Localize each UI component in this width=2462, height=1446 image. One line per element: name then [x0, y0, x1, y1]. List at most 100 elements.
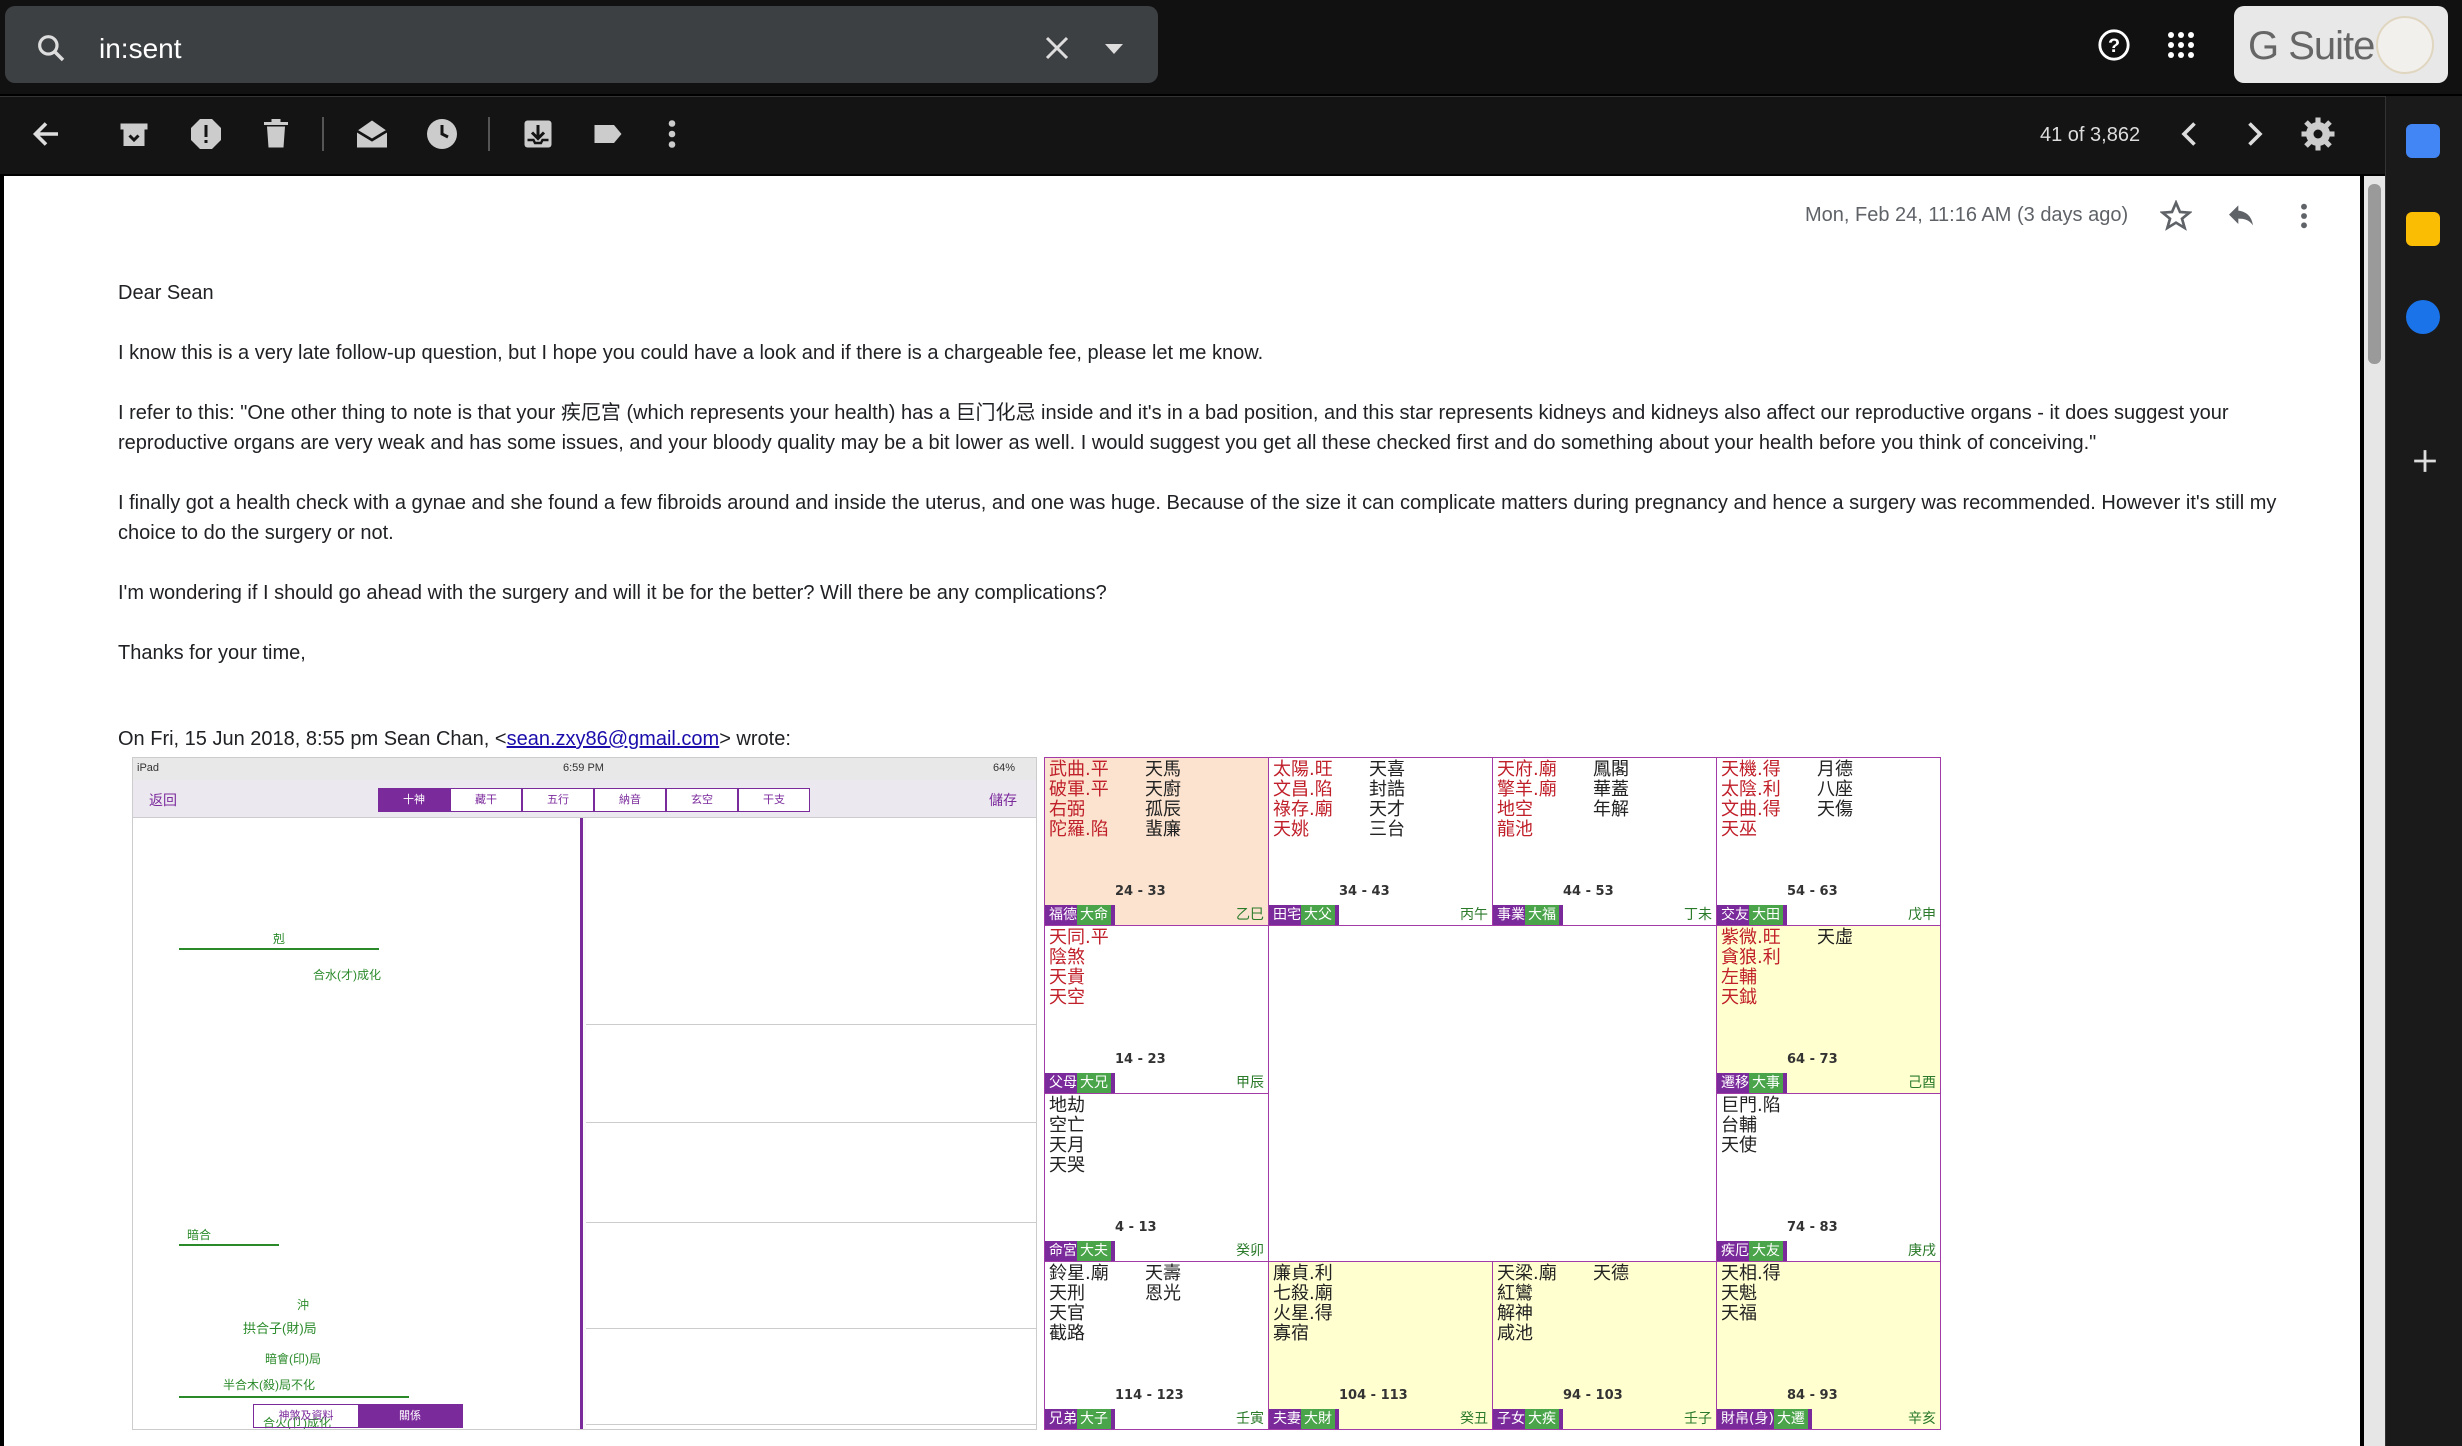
app-header: 返回 十神 藏干 五行 納音 玄空 干支 儲存: [133, 780, 1036, 818]
status-battery: 64%: [993, 762, 1016, 774]
keep-icon[interactable]: [2406, 212, 2440, 246]
app-save-button[interactable]: 儲存: [989, 790, 1017, 810]
calendar-icon[interactable]: [2406, 124, 2440, 158]
clear-search-icon[interactable]: [1042, 33, 1072, 63]
older-chevron-right-icon[interactable]: [2236, 116, 2272, 152]
tab-xuankong[interactable]: 玄空: [666, 788, 738, 812]
decade-palace: 大事: [1749, 1073, 1783, 1093]
delete-icon[interactable]: [258, 116, 294, 152]
palace-name: 夫妻 大財: [1269, 1409, 1339, 1429]
status-device: iPad: [137, 762, 160, 774]
more-message-options-icon[interactable]: [2288, 200, 2320, 232]
palace-name: 遷移 大事: [1717, 1073, 1787, 1093]
toolbar-divider: [322, 117, 324, 151]
main-stars: 天梁.廟 紅鸞 解神 咸池: [1497, 1263, 1557, 1344]
email-greeting: Dear Sean: [118, 282, 214, 304]
decade-palace: 大福: [1525, 905, 1559, 925]
relation-label: 暗會(印)局: [265, 1352, 321, 1366]
app-back-button[interactable]: 返回: [149, 790, 177, 810]
decade-range: 114 - 123: [1115, 1388, 1184, 1403]
scrollbar-thumb[interactable]: [2368, 184, 2381, 364]
newer-chevron-left-icon[interactable]: [2172, 116, 2208, 152]
main-stars: 武曲.平 破軍.平 右弼 陀羅.陷: [1049, 759, 1109, 840]
search-options-dropdown-icon[interactable]: [1105, 44, 1123, 54]
main-stars: 太陽.旺 文昌.陷 祿存.廟 天姚: [1273, 759, 1333, 840]
palace-footer: 子女 大疾 壬子: [1493, 1409, 1716, 1429]
tab-relations[interactable]: 關係: [358, 1405, 462, 1427]
search-box[interactable]: in:sent: [5, 6, 1158, 83]
palace-footer: 交友 大田 戊申: [1717, 905, 1940, 925]
label-icon[interactable]: [590, 116, 626, 152]
top-bar: in:sent ? G Suite: [0, 0, 2462, 94]
minor-stars: 天德: [1593, 1263, 1629, 1284]
decade-range: 64 - 73: [1787, 1052, 1838, 1067]
mark-unread-icon[interactable]: [354, 116, 390, 152]
tab-nayin[interactable]: 納音: [594, 788, 666, 812]
gsuite-account-button[interactable]: G Suite: [2234, 6, 2448, 83]
decade-range: 74 - 83: [1787, 1220, 1838, 1235]
search-icon[interactable]: [35, 32, 67, 64]
back-arrow-icon[interactable]: [28, 116, 64, 152]
ganzhi-label: 辛亥: [1908, 1411, 1936, 1427]
more-options-icon[interactable]: [654, 116, 690, 152]
minor-stars: 天馬 天廚 孤辰 蜚廉: [1145, 759, 1181, 840]
tab-wuxing[interactable]: 五行: [522, 788, 594, 812]
palace-footer: 夫妻 大財 癸丑: [1269, 1409, 1492, 1429]
email-signoff: Thanks for your time,: [118, 642, 306, 664]
bazi-app-screenshot: iPad 6:59 PM 64% 返回 十神 藏干 五行 納音 玄空 干支 儲存…: [132, 757, 1037, 1430]
minor-stars: 天虛: [1817, 927, 1853, 948]
palace-name: 疾厄 大友: [1717, 1241, 1787, 1261]
ganzhi-label: 乙巳: [1236, 907, 1264, 923]
main-stars: 天相.得 天魁 天福: [1721, 1263, 1781, 1324]
main-stars: 廉貞.利 七殺.廟 火星.得 寡宿: [1273, 1263, 1333, 1344]
palace-footer: 父母 大兄 甲辰: [1045, 1073, 1268, 1093]
help-icon[interactable]: ?: [2097, 28, 2131, 62]
email-date: Mon, Feb 24, 11:16 AM (3 days ago): [1805, 204, 2129, 226]
move-to-inbox-icon[interactable]: [520, 116, 556, 152]
palace-name: 父母 大兄: [1045, 1073, 1115, 1093]
email-paragraph: I'm wondering if I should go ahead with …: [118, 582, 1107, 604]
reply-icon[interactable]: [2224, 200, 2258, 232]
palace-name: 交友 大田: [1717, 905, 1787, 925]
palace-cell: 天同.平 陰煞 天貴 天空 14 - 23 父母 大兄 甲辰: [1044, 925, 1269, 1094]
settings-gear-icon[interactable]: [2300, 116, 2336, 152]
palace-cell: 天機.得 太陰.利 文曲.得 天巫 月德 八座 天傷 54 - 63 交友 大田 戊申: [1716, 757, 1941, 926]
ganzhi-label: 甲辰: [1236, 1075, 1264, 1091]
decade-range: 14 - 23: [1115, 1052, 1166, 1067]
main-stars: 天機.得 太陰.利 文曲.得 天巫: [1721, 759, 1781, 840]
snooze-clock-icon[interactable]: [424, 116, 460, 152]
account-avatar[interactable]: [2376, 16, 2434, 74]
relation-label: 半合木(殺)局不化: [223, 1378, 315, 1392]
star-icon[interactable]: [2160, 200, 2192, 232]
decade-palace: 大子: [1077, 1409, 1111, 1429]
palace-cell: 天梁.廟 紅鸞 解神 咸池 天德 94 - 103 子女 大疾 壬子: [1492, 1261, 1717, 1430]
tasks-icon[interactable]: [2406, 300, 2440, 334]
report-spam-icon[interactable]: [188, 116, 224, 152]
decade-range: 84 - 93: [1787, 1388, 1838, 1403]
tab-shensha[interactable]: 神煞及資料: [254, 1405, 358, 1427]
main-stars: 地劫 空亡 天月 天哭: [1049, 1095, 1085, 1176]
tab-ganzhi[interactable]: 干支: [738, 788, 810, 812]
quoted-header: On Fri, 15 Jun 2018, 8:55 pm Sean Chan, …: [118, 728, 791, 751]
palace-cell: 巨門.陷 台輔 天使 74 - 83 疾厄 大友 庚戌: [1716, 1093, 1941, 1262]
palace-footer: 疾厄 大友 庚戌: [1717, 1241, 1940, 1261]
tab-shishen[interactable]: 十神: [378, 788, 450, 812]
archive-icon[interactable]: [116, 116, 152, 152]
scrollbar[interactable]: [2364, 176, 2385, 1446]
pillar-grid: [586, 818, 1036, 1429]
relation-line: [179, 1396, 409, 1398]
relation-label: 合水(才)成化: [313, 968, 381, 982]
search-input[interactable]: in:sent: [99, 33, 182, 65]
sender-email-link[interactable]: sean.zxy86@gmail.com: [507, 728, 720, 750]
minor-stars: 鳳閣 華蓋 年解: [1593, 759, 1629, 820]
palace-footer: 兄弟 大子 壬寅: [1045, 1409, 1268, 1429]
add-addon-plus-icon[interactable]: [2412, 448, 2438, 474]
apps-grid-icon[interactable]: [2166, 30, 2196, 60]
palace-cell: 紫微.旺 貪狼.利 左輔 天鉞 天虛 64 - 73 遷移 大事 己酉: [1716, 925, 1941, 1094]
bottom-tabbar: 神煞及資料 關係: [253, 1404, 463, 1428]
tab-canggan[interactable]: 藏干: [450, 788, 522, 812]
palace-cell: 廉貞.利 七殺.廟 火星.得 寡宿 104 - 113 夫妻 大財 癸丑: [1268, 1261, 1493, 1430]
relation-label: 拱合子(財)局: [243, 1321, 317, 1336]
palace-cell: 地劫 空亡 天月 天哭 4 - 13 命宮 大夫 癸卯: [1044, 1093, 1269, 1262]
relation-line: [179, 1244, 279, 1246]
